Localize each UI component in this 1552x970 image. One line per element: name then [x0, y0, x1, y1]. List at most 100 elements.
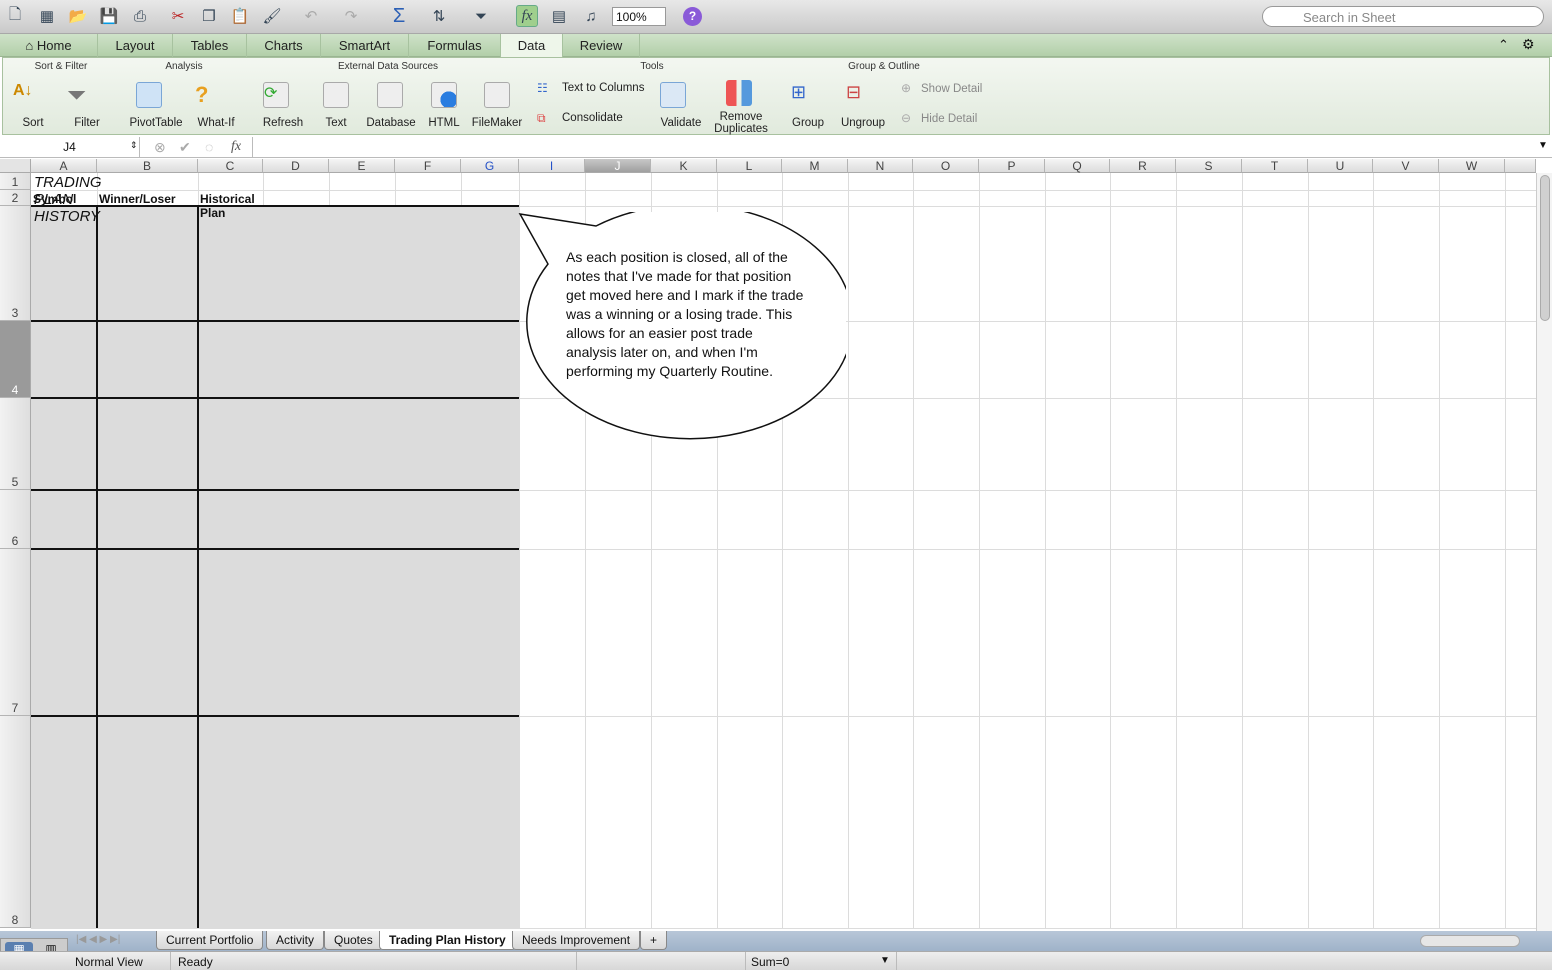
name-box-stepper-icon[interactable]: ⇕ [130, 140, 138, 151]
sort-az-icon[interactable]: A↓ [13, 82, 39, 108]
filter-funnel-icon[interactable]: ⏷ [67, 82, 93, 109]
copy-icon[interactable]: ❐ [198, 5, 220, 27]
consolidate-button[interactable]: Consolidate [562, 112, 623, 124]
text-to-columns-button[interactable]: Text to Columns [562, 82, 644, 94]
new-icon[interactable]: 🗋 [4, 5, 26, 27]
tab-data[interactable]: Data [501, 34, 563, 57]
row-header-8[interactable]: 8 [0, 716, 31, 928]
expand-formula-icon[interactable]: ▼ [1538, 140, 1548, 151]
text-import-button[interactable]: Text [316, 117, 356, 129]
sheet-tab[interactable]: Trading Plan History [379, 931, 516, 950]
media-icon[interactable]: ♫ [580, 5, 602, 27]
function-wizard-icon[interactable]: ◌ [205, 139, 213, 155]
row-header-5[interactable]: 5 [0, 398, 31, 490]
add-sheet-button[interactable]: + [640, 931, 668, 950]
save-icon[interactable]: 💾 [98, 5, 120, 27]
html-button[interactable]: HTML [424, 117, 464, 129]
filemaker-icon[interactable] [484, 82, 510, 108]
database-icon[interactable] [377, 82, 403, 108]
format-painter-icon[interactable]: 🖌 [261, 5, 283, 27]
column-header-Q[interactable]: Q [1045, 159, 1110, 173]
cell-C2[interactable]: Historical Plan [200, 192, 255, 220]
remove-duplicates-button[interactable]: Remove Duplicates [711, 111, 771, 135]
show-detail-button[interactable]: Show Detail [921, 83, 982, 95]
column-header-M[interactable]: M [782, 159, 848, 173]
tab-layout[interactable]: Layout [98, 34, 173, 57]
row-header-3[interactable]: 3 [0, 206, 31, 321]
remove-duplicates-icon[interactable] [726, 80, 752, 106]
column-header-N[interactable]: N [848, 159, 913, 173]
tab-home[interactable]: ⌂ Home [0, 34, 98, 57]
tab-charts[interactable]: Charts [247, 34, 321, 57]
group-button[interactable]: Group [785, 117, 831, 129]
row-header-1[interactable]: 1 [0, 173, 31, 190]
row-header-2[interactable]: 2 [0, 190, 31, 206]
sheet-navigation-arrows[interactable]: |◀ ◀ ▶ ▶| [76, 934, 120, 945]
tab-tables[interactable]: Tables [173, 34, 247, 57]
pivottable-icon[interactable] [136, 82, 162, 108]
cell-B2[interactable]: Winner/Loser [99, 192, 176, 206]
group-icon[interactable]: ⊞ [791, 82, 817, 108]
select-all-corner[interactable] [0, 159, 31, 173]
cancel-icon[interactable]: ⊗ [154, 139, 166, 156]
column-header-F[interactable]: F [395, 159, 461, 173]
column-header-K[interactable]: K [651, 159, 717, 173]
column-header-D[interactable]: D [263, 159, 329, 173]
refresh-icon[interactable]: ⟳ [263, 82, 289, 108]
cut-icon[interactable]: ✂ [167, 5, 189, 27]
filemaker-button[interactable]: FileMaker [469, 117, 525, 129]
row-header-7[interactable]: 7 [0, 549, 31, 716]
enter-icon[interactable]: ✔ [179, 139, 191, 156]
column-header-I[interactable]: I [519, 159, 585, 173]
what-if-button[interactable]: What-If [191, 117, 241, 129]
column-header-J[interactable]: J [585, 159, 651, 173]
formula-input[interactable] [252, 137, 1532, 157]
column-header-R[interactable]: R [1110, 159, 1176, 173]
column-header-G[interactable]: G [461, 159, 519, 173]
refresh-button[interactable]: Refresh [257, 117, 309, 129]
formula-builder-icon[interactable]: fx [516, 5, 538, 27]
column-header-A[interactable]: A [31, 159, 97, 173]
validate-icon[interactable] [660, 82, 686, 108]
text-file-icon[interactable] [323, 82, 349, 108]
database-button[interactable]: Database [361, 117, 421, 129]
sheet-tab[interactable]: Quotes [324, 931, 383, 950]
pivottable-button[interactable]: PivotTable [125, 117, 187, 129]
undo-icon[interactable]: ↶ [300, 5, 322, 27]
column-header-W[interactable]: W [1439, 159, 1505, 173]
toolbox-icon[interactable]: ▤ [548, 5, 570, 27]
vertical-scrollbar[interactable] [1536, 173, 1552, 931]
column-header-E[interactable]: E [329, 159, 395, 173]
column-header-U[interactable]: U [1308, 159, 1373, 173]
column-header-V[interactable]: V [1373, 159, 1439, 173]
collapse-ribbon-icon[interactable]: ⌃ [1498, 37, 1509, 53]
column-header-S[interactable]: S [1176, 159, 1242, 173]
cell-A2[interactable]: Symbol [33, 192, 76, 206]
hide-detail-button[interactable]: Hide Detail [921, 113, 977, 125]
redo-icon[interactable]: ↷ [340, 5, 362, 27]
html-globe-icon[interactable] [431, 82, 457, 108]
name-box[interactable]: J4 [0, 137, 140, 157]
sum-readout[interactable]: Sum=0 [751, 955, 789, 969]
sheet-tab[interactable]: Activity [266, 931, 325, 950]
open-icon[interactable]: 📂 [67, 5, 89, 27]
what-if-icon[interactable]: ? [195, 82, 221, 108]
ungroup-icon[interactable]: ⊟ [846, 82, 872, 108]
column-header-T[interactable]: T [1242, 159, 1308, 173]
column-header-O[interactable]: O [913, 159, 979, 173]
filter-icon[interactable]: ⏷ [470, 5, 492, 27]
zoom-select[interactable]: 100% [612, 7, 666, 26]
print-icon[interactable]: ⎙ [129, 5, 151, 27]
column-header-L[interactable]: L [717, 159, 782, 173]
filter-button[interactable]: Filter [67, 117, 107, 129]
validate-button[interactable]: Validate [655, 117, 707, 129]
horizontal-scrollbar[interactable] [1420, 935, 1520, 947]
column-header-B[interactable]: B [97, 159, 198, 173]
autosum-icon[interactable]: Σ [388, 5, 410, 27]
row-header-4[interactable]: 4 [0, 321, 31, 398]
vertical-scroll-thumb[interactable] [1540, 175, 1550, 321]
sort-icon[interactable]: ⇅ [428, 5, 450, 27]
row-header-6[interactable]: 6 [0, 490, 31, 549]
help-icon[interactable]: ? [683, 7, 702, 26]
tab-formulas[interactable]: Formulas [409, 34, 501, 57]
